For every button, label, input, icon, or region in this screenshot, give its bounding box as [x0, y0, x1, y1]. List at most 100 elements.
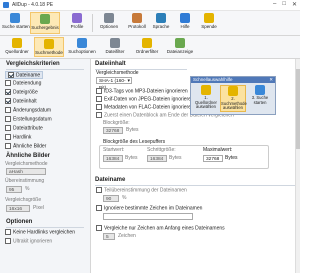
criteria-item-created[interactable]: Erstellungsdatum: [5, 116, 52, 122]
folder-icon: [201, 85, 211, 95]
max-field[interactable]: 32768: [203, 155, 223, 162]
start-field[interactable]: 16384: [103, 155, 123, 162]
source-folder-button[interactable]: Quellordner: [2, 37, 32, 57]
search-options-button[interactable]: Suchoptionen: [66, 37, 98, 57]
checkbox[interactable]: [5, 143, 11, 149]
close-icon[interactable]: ✕: [269, 77, 273, 83]
option-compare-start[interactable]: Vergleiche nur Zeichen am Anfang eines D…: [96, 225, 225, 231]
file-content-title: Dateiinhalt: [95, 61, 126, 67]
option-ignore-id3[interactable]: ID3-Tags von MP3-Dateien ignorieren: [96, 88, 188, 94]
checkbox[interactable]: [5, 238, 11, 244]
log-icon: [132, 13, 142, 23]
criteria-item-similar-images[interactable]: Ähnliche Bilder: [5, 143, 46, 149]
app-icon: [3, 2, 9, 8]
window-title: AllDup - 4.0.18 PE: [12, 2, 54, 8]
folder-filter-button[interactable]: Ordnerfilter: [132, 37, 162, 57]
popup-start-search[interactable]: 3. Suche starten: [247, 85, 273, 105]
profiles-icon: [72, 13, 82, 23]
similar-method-field[interactable]: aHash: [6, 168, 46, 175]
option-ignore-chars[interactable]: Ignoriere bestimmte Zeichen im Dateiname…: [96, 205, 202, 211]
step-label: Schrittgröße:: [147, 147, 176, 153]
scrollbar-thumb[interactable]: [296, 69, 300, 149]
ignore-chars-field[interactable]: [103, 213, 193, 220]
option-ignore-flac[interactable]: Metadaten von FLAC-Dateien ignorieren: [96, 104, 194, 110]
checkbox[interactable]: [5, 116, 11, 122]
start-unit: Bytes: [125, 155, 138, 161]
criteria-item-modified[interactable]: Änderungsdatum: [5, 107, 51, 113]
criteria-item-filename[interactable]: Dateiname: [5, 71, 44, 80]
divider: [6, 69, 84, 70]
log-button[interactable]: Protokoll: [124, 12, 150, 34]
max-unit: Bytes: [225, 155, 238, 161]
file-filter-button[interactable]: Dateifilter: [100, 37, 130, 57]
search-method-button[interactable]: Suchmethode: [34, 37, 64, 57]
size-unit: Pixel: [33, 205, 44, 211]
maximize-icon[interactable]: □: [282, 1, 286, 8]
method-dropdown[interactable]: SHA-1 (160-Bit): [96, 77, 132, 91]
criteria-item-content[interactable]: Dateiinhalt: [5, 98, 37, 104]
file-view-button[interactable]: Dateianzeige: [164, 37, 196, 57]
start-label: Startwert:: [103, 147, 125, 153]
filename-title: Dateiname: [95, 177, 126, 183]
search-icon: [255, 85, 265, 95]
chars-unit: Zeichen: [118, 233, 136, 239]
checkbox[interactable]: [96, 187, 102, 193]
checkbox[interactable]: [96, 205, 102, 211]
checkbox[interactable]: [96, 225, 102, 231]
language-icon: [156, 13, 166, 23]
divider: [95, 185, 295, 186]
search-options-icon: [77, 38, 87, 48]
start-search-button[interactable]: Suche starten: [2, 12, 30, 34]
folder-filter-icon: [142, 38, 152, 48]
step-field[interactable]: 16384: [147, 155, 167, 162]
vertical-scrollbar[interactable]: [295, 59, 300, 273]
option-partial-name[interactable]: Teilübereinstimmung der Dateinamen: [96, 187, 187, 193]
checkbox[interactable]: [8, 72, 14, 78]
blocksize-field[interactable]: 32768: [103, 127, 123, 134]
popup-select-source[interactable]: 1. Quellordner auswählen: [193, 85, 219, 110]
checkbox[interactable]: [5, 134, 11, 140]
donate-button[interactable]: Spende: [196, 12, 222, 34]
option-no-hardlinks[interactable]: Keine Hardlinks vergleichen: [5, 229, 75, 235]
gear-icon: [104, 13, 114, 23]
checkbox[interactable]: [96, 104, 102, 110]
match-label: Übereinstimmung: [5, 178, 45, 184]
checkbox[interactable]: [96, 88, 102, 94]
criteria-item-extension[interactable]: Dateiendung: [5, 80, 41, 86]
size-label: Vergleichsgröße: [5, 197, 42, 203]
popup-select-method[interactable]: 2. Suchmethode auswählen: [220, 85, 247, 112]
popup-header: Schnellauswahlhilfe ✕: [191, 77, 275, 83]
checkbox[interactable]: [5, 107, 11, 113]
search-method-icon: [228, 86, 238, 96]
popup-title: Schnellauswahlhilfe: [193, 77, 233, 82]
similar-method-label: Vergleichsmethode: [5, 161, 48, 167]
profiles-button[interactable]: Profile: [64, 12, 90, 34]
checkbox[interactable]: [5, 229, 11, 235]
option-ignore[interactable]: Ultrakit ignorieren: [5, 238, 52, 244]
option-ignore-exif[interactable]: Exif-Daten von JPEG-Dateien ignorieren: [96, 96, 194, 102]
criteria-item-size[interactable]: Dateigröße: [5, 89, 38, 95]
left-panel: Vergleichskriterien Dateiname Dateiendun…: [0, 59, 91, 273]
search-method-icon: [44, 39, 54, 49]
criteria-item-hardlink[interactable]: Hardlink: [5, 134, 31, 140]
checkbox[interactable]: [96, 112, 102, 118]
language-button[interactable]: Sprache: [148, 12, 174, 34]
percent-field[interactable]: 90: [103, 195, 119, 202]
size-field[interactable]: 16x16: [6, 205, 30, 212]
checkbox[interactable]: [5, 98, 11, 104]
search-result-button[interactable]: Suchergebnis: [30, 12, 60, 34]
options-button[interactable]: Optionen: [96, 12, 122, 34]
close-icon[interactable]: ✕: [292, 1, 297, 8]
checkbox[interactable]: [5, 125, 11, 131]
criteria-item-attributes[interactable]: Dateiattribute: [5, 125, 43, 131]
minimize-icon[interactable]: –: [273, 1, 276, 8]
chars-field[interactable]: 5: [103, 233, 115, 240]
checkbox[interactable]: [5, 80, 11, 86]
match-unit: %: [25, 186, 30, 192]
checkbox[interactable]: [96, 96, 102, 102]
checkbox[interactable]: [5, 89, 11, 95]
help-button[interactable]: Hilfe: [172, 12, 198, 34]
match-field[interactable]: 95: [6, 186, 22, 193]
similar-images-title: Ähnliche Bilder: [6, 153, 51, 159]
folder-icon: [12, 38, 22, 48]
